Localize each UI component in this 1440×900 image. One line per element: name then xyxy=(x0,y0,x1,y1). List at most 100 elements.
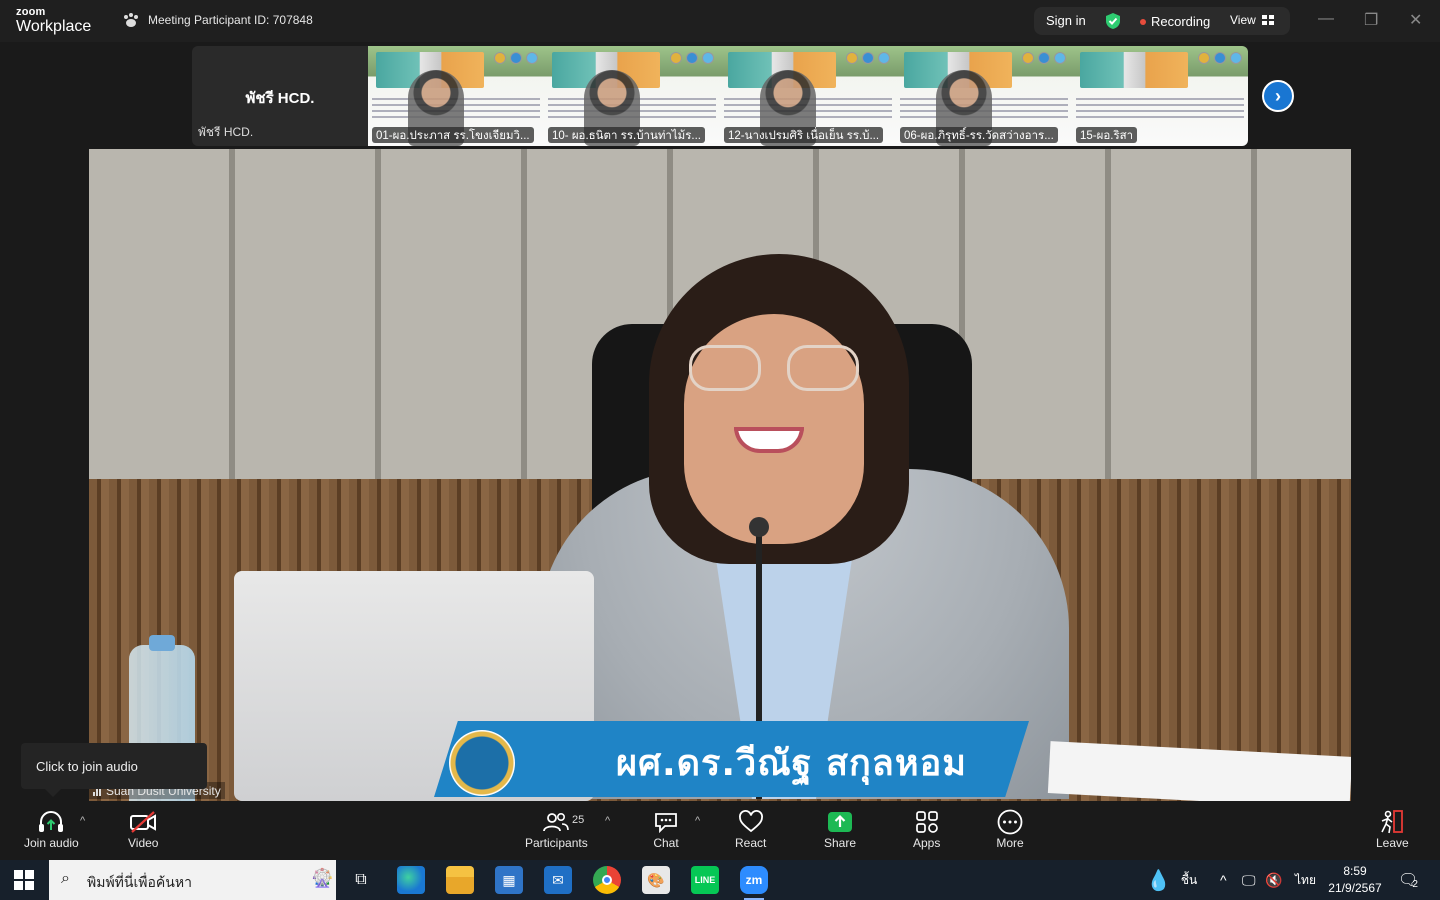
video-off-icon xyxy=(128,808,158,836)
network-icon[interactable]: 🖵 xyxy=(1242,860,1256,900)
system-clock[interactable]: 8:59 21/9/2567 xyxy=(1324,863,1386,897)
university-emblem-icon xyxy=(449,730,515,796)
windows-start-icon[interactable] xyxy=(14,870,34,890)
react-button[interactable]: React xyxy=(735,808,766,850)
clock-date: 21/9/2567 xyxy=(1328,881,1382,895)
recording-indicator[interactable]: Recording xyxy=(1140,14,1210,29)
video-label: Video xyxy=(128,836,159,850)
apps-icon xyxy=(914,808,940,836)
chat-icon xyxy=(653,808,679,836)
grid-view-icon xyxy=(1261,15,1274,25)
zoom-app-icon[interactable]: zm xyxy=(740,866,768,900)
chat-chevron-icon[interactable]: ^ xyxy=(695,815,700,827)
tray-chevron-icon[interactable]: ^ xyxy=(1220,860,1227,900)
participant-name-tag: 🎤̸06-ผอ.ภิรุทธิ์-รร.วัดสว่างอาร... xyxy=(900,127,1058,143)
participants-label: Participants xyxy=(525,836,588,850)
next-page-chevron-icon[interactable]: › xyxy=(1262,80,1294,112)
heart-icon xyxy=(738,808,764,836)
background-building xyxy=(1080,52,1188,88)
brand-large: Workplace xyxy=(16,18,92,35)
notifications-icon[interactable]: 🗨 2 xyxy=(1398,860,1418,900)
file-explorer-icon[interactable] xyxy=(446,866,474,894)
participant-name-tag: 🎤̸01-ผอ.ประภาส รร.โขงเจียมวิ... xyxy=(372,127,534,143)
video-button[interactable]: Video xyxy=(128,808,158,850)
app-logo: zoom Workplace xyxy=(16,7,91,35)
self-name-large: พัชรี HCD. xyxy=(245,90,315,107)
participants-icon xyxy=(543,808,570,836)
join-audio-label: Join audio xyxy=(24,836,79,850)
search-icon: ⌕ xyxy=(61,870,70,887)
input-language[interactable]: ไทย xyxy=(1295,860,1316,900)
chat-label: Chat xyxy=(653,836,679,850)
minimize-icon[interactable]: — xyxy=(1318,10,1334,28)
clock-time: 8:59 xyxy=(1343,864,1367,878)
background-text xyxy=(1076,94,1244,120)
recording-label: Recording xyxy=(1151,14,1211,29)
participant-name: 15-ผอ.ริสา xyxy=(1080,129,1134,142)
self-video-tile[interactable]: พัชรี HCD. พัชรี HCD. xyxy=(192,46,368,146)
participant-tile[interactable]: 🎤̸12-นางเปรมศิริ เนื่อเย็น รร.บ้... xyxy=(720,46,896,146)
volume-muted-icon[interactable]: 🔇 xyxy=(1265,860,1282,900)
line-app-icon[interactable]: LINE xyxy=(691,866,719,894)
participant-name-tag: 🎤̸10- ผอ.ธนิตา รร.บ้านท่าไม้ร... xyxy=(548,127,705,143)
audio-options-chevron-icon[interactable]: ^ xyxy=(80,815,85,827)
background-logos xyxy=(1198,52,1242,64)
headphones-icon xyxy=(37,808,65,836)
join-audio-tooltip: Click to join audio xyxy=(21,743,207,797)
participants-count: 25 xyxy=(572,814,585,826)
close-icon[interactable]: ✕ xyxy=(1409,10,1422,30)
view-button[interactable]: View xyxy=(1230,13,1274,27)
notification-count: 2 xyxy=(1412,878,1418,890)
share-label: Share xyxy=(824,836,857,850)
participants-chevron-icon[interactable]: ^ xyxy=(605,815,610,827)
view-label: View xyxy=(1230,13,1256,27)
mail-icon[interactable]: ✉ xyxy=(544,866,572,894)
participant-name: 01-ผอ.ประภาส รร.โขงเจียมวิ... xyxy=(376,129,530,142)
participant-name-tag: 🎤̸12-นางเปรมศิริ เนื่อเย็น รร.บ้... xyxy=(724,127,884,143)
leave-button[interactable]: Leave xyxy=(1376,808,1409,850)
gallery-strip: พัชรี HCD. พัชรี HCD. 🎤̸01-ผอ.ประภาส รร.… xyxy=(192,46,1250,146)
paw-icon xyxy=(124,13,138,27)
speaker-glasses xyxy=(689,345,859,393)
meeting-info[interactable]: Meeting Participant ID: 707848 xyxy=(122,12,313,28)
meeting-toolbar: Join audio ^ Video Participants 25 ^ Cha… xyxy=(0,801,1440,860)
weather-widget[interactable]: 💧 ชื้น xyxy=(1146,860,1197,900)
maximize-icon[interactable]: ❐ xyxy=(1364,10,1378,30)
participant-name: 06-ผอ.ภิรุทธิ์-รร.วัดสว่างอาร... xyxy=(904,129,1054,142)
self-name-small: พัชรี HCD. xyxy=(198,125,254,139)
microsoft-store-icon[interactable]: ▦ xyxy=(495,866,523,894)
microphone-head xyxy=(749,517,769,537)
more-button[interactable]: More xyxy=(996,808,1024,850)
apps-button[interactable]: Apps xyxy=(913,808,940,850)
task-view-icon[interactable]: ⧉ xyxy=(347,866,375,894)
meeting-id-text: Meeting Participant ID: 707848 xyxy=(148,13,313,27)
share-button[interactable]: Share xyxy=(824,808,856,850)
participant-tile[interactable]: 🎤̸10- ผอ.ธนิตา รร.บ้านท่าไม้ร... xyxy=(544,46,720,146)
participant-tile[interactable]: 🎤̸15-ผอ.ริสา xyxy=(1072,46,1248,146)
paint-icon[interactable]: 🎨 xyxy=(642,866,670,894)
search-placeholder: พิมพ์ที่นี่เพื่อค้นหา xyxy=(87,874,192,890)
participant-tile[interactable]: 🎤̸06-ผอ.ภิรุทธิ์-รร.วัดสว่างอาร... xyxy=(896,46,1072,146)
chat-button[interactable]: Chat xyxy=(653,808,679,850)
water-drop-icon: 💧 xyxy=(1146,869,1171,892)
ferris-wheel-icon: 🎡 xyxy=(311,868,334,888)
more-icon xyxy=(996,808,1024,836)
background-logos xyxy=(670,52,714,64)
speaker-video[interactable]: ผศ.ดร.วีณัฐ สกุลหอม Suan Dusit Universit… xyxy=(89,149,1351,801)
participant-name: 12-นางเปรมศิริ เนื่อเย็น รร.บ้... xyxy=(728,129,880,142)
sign-in-button[interactable]: Sign in xyxy=(1046,13,1086,28)
chrome-icon[interactable] xyxy=(593,866,621,894)
participant-tile[interactable]: 🎤̸01-ผอ.ประภาส รร.โขงเจียมวิ... xyxy=(368,46,544,146)
speaker-name: ผศ.ดร.วีณัฐ สกุลหอม xyxy=(616,743,967,784)
join-audio-button[interactable]: Join audio xyxy=(24,808,79,850)
weather-label: ชื้น xyxy=(1180,872,1198,887)
brand-small: zoom xyxy=(16,6,46,18)
header-pill: Sign in Recording View xyxy=(1034,7,1290,35)
participant-name: 10- ผอ.ธนิตา รร.บ้านท่าไม้ร... xyxy=(552,129,701,142)
taskbar-search-box[interactable]: ⌕ พิมพ์ที่นี่เพื่อค้นหา 🎡 xyxy=(49,860,336,900)
participant-name-tag: 🎤̸15-ผอ.ริสา xyxy=(1076,127,1138,143)
shield-check-icon[interactable] xyxy=(1105,12,1121,30)
edge-browser-icon[interactable] xyxy=(397,866,425,894)
more-label: More xyxy=(996,836,1024,850)
apps-label: Apps xyxy=(913,836,941,850)
